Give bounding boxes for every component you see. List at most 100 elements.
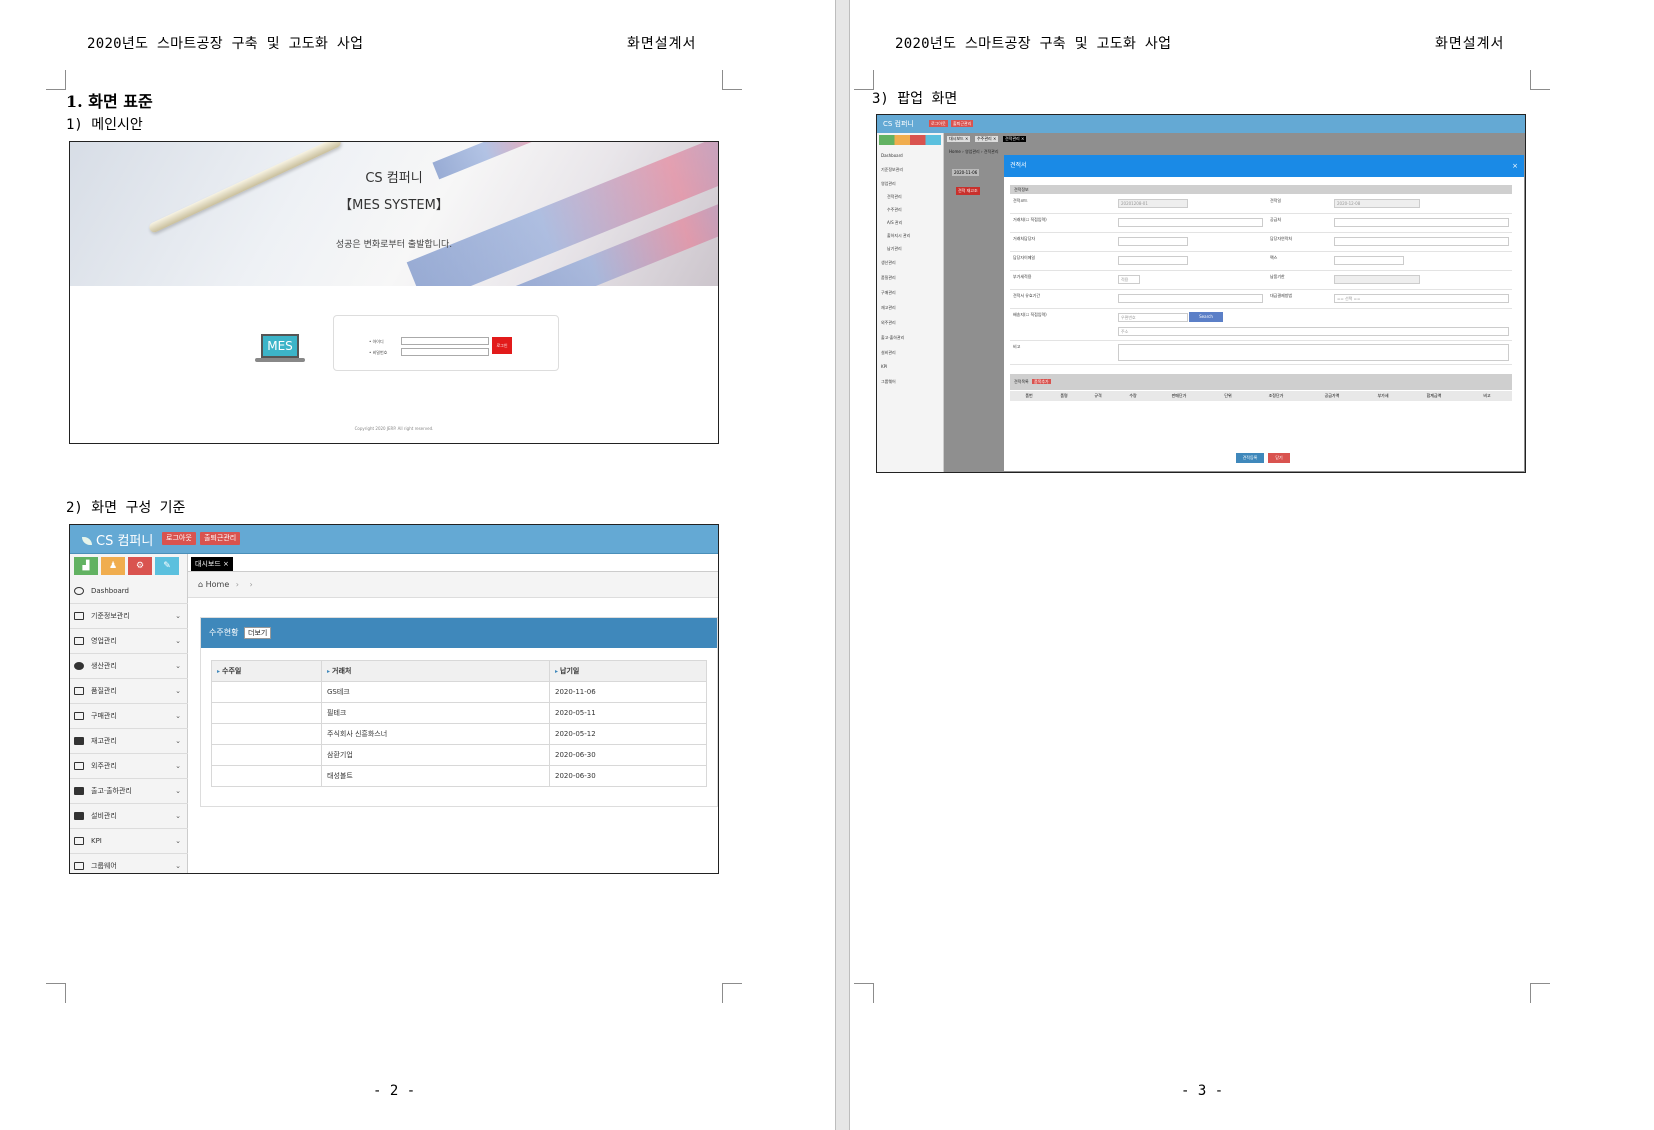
sidebar-item-outsourcing[interactable]: 외주관리 ⌄ bbox=[70, 754, 188, 779]
save-quote-button[interactable]: 견적등록 bbox=[1236, 453, 1264, 463]
fax-field[interactable] bbox=[1334, 256, 1404, 265]
users-icon[interactable]: ♟ bbox=[101, 557, 125, 575]
sidebar-subitem[interactable]: A/S 관리 bbox=[887, 220, 902, 226]
client-manager-field[interactable] bbox=[1118, 237, 1188, 246]
close-button[interactable]: 닫기 bbox=[1268, 453, 1290, 463]
add-item-button[interactable]: 품목추가 bbox=[1032, 379, 1051, 384]
basket-icon bbox=[74, 712, 84, 720]
tab[interactable]: 수주관리 × bbox=[975, 136, 999, 142]
sidebar-item-purchase[interactable]: 구매관리 ⌄ bbox=[70, 704, 188, 729]
slogan: 성공은 변화로부터 출발합니다. bbox=[335, 240, 453, 250]
card-icon bbox=[74, 862, 84, 870]
sidebar-item-basic-info[interactable]: 기준정보관리 ⌄ bbox=[70, 604, 188, 629]
address-field[interactable]: 주소 bbox=[1118, 327, 1509, 336]
tab[interactable]: 대시보드 × bbox=[947, 136, 971, 142]
contact-field[interactable] bbox=[1334, 237, 1509, 246]
popup-screenshot: CS 컴퍼니 로그아웃 출퇴근관리 Dashboard 기준정보관리 영업관리 … bbox=[876, 114, 1526, 473]
vat-select[interactable]: 적용 bbox=[1118, 275, 1140, 284]
form-row: 거래처(☐ 직접입력) 공급처 bbox=[1010, 214, 1512, 233]
logout-button[interactable]: 로그아웃 bbox=[929, 120, 948, 127]
pencil-icon[interactable]: ✎ bbox=[155, 557, 179, 575]
sidebar-item-inventory[interactable]: 재고관리 ⌄ bbox=[70, 729, 188, 754]
delivery-date-field[interactable] bbox=[1334, 275, 1420, 284]
brand-logo: CS 컴퍼니 bbox=[883, 120, 914, 128]
subsection-heading: 3) 팝업 화면 bbox=[872, 91, 958, 107]
sidebar-item-kpi[interactable]: KPI ⌄ bbox=[70, 829, 188, 854]
password-label: • 비밀번호 bbox=[369, 350, 388, 355]
tab[interactable]: 견적관리 × bbox=[1003, 136, 1027, 142]
sidebar-subitem[interactable]: 출하지시 관리 bbox=[887, 233, 910, 239]
id-input[interactable] bbox=[401, 337, 489, 345]
sidebar-item[interactable]: Dashboard bbox=[881, 153, 903, 158]
sidebar-subitem[interactable]: 납기관리 bbox=[887, 246, 902, 252]
gears-icon[interactable]: ⚙ bbox=[128, 557, 152, 575]
quick-icons[interactable] bbox=[879, 135, 941, 145]
sidebar-item[interactable]: 품질관리 bbox=[881, 275, 896, 281]
form-row: 견적서 유효기간 대금결제방법 == 선택 == bbox=[1010, 290, 1512, 309]
column-header[interactable]: ▸ 수주일 bbox=[211, 660, 322, 682]
supplier-field[interactable] bbox=[1334, 218, 1509, 227]
date-filter[interactable]: 2020-11-06 bbox=[952, 169, 980, 176]
sidebar-item[interactable]: 기준정보관리 bbox=[881, 167, 903, 173]
dashboard-screenshot: CS 컴퍼니 로그아웃 출퇴근관리 ▟ ♟ ⚙ ✎ Dashboard 기준정보… bbox=[69, 524, 719, 874]
client-field[interactable] bbox=[1118, 218, 1263, 227]
quote-search-button[interactable]: 견적 재고조 bbox=[956, 187, 980, 195]
breadcrumb-home[interactable]: Home bbox=[206, 580, 230, 589]
sidebar-item[interactable]: 외주관리 bbox=[881, 320, 896, 326]
sidebar-item[interactable]: 구매관리 bbox=[881, 290, 896, 296]
table-row[interactable]: 주식회사 신흥화스너 2020-05-12 bbox=[211, 723, 707, 745]
modal-title: 견적서 × bbox=[1004, 155, 1524, 177]
edit-icon bbox=[74, 837, 84, 845]
quote-code-field[interactable]: 20201208-01 bbox=[1118, 199, 1188, 208]
table-row[interactable]: 필테크 2020-05-11 bbox=[211, 702, 707, 724]
sidebar-item[interactable]: 그룹웨어 bbox=[881, 379, 896, 385]
address-search-button[interactable]: Search bbox=[1189, 312, 1223, 322]
crop-mark bbox=[854, 983, 874, 1003]
sidebar-item[interactable]: 영업관리 bbox=[881, 181, 896, 187]
sidebar-item-production[interactable]: 생산관리 ⌄ bbox=[70, 654, 188, 679]
column-header[interactable]: ▸ 거래처 bbox=[321, 660, 550, 682]
quote-date-field[interactable]: 2020-12-08 bbox=[1334, 199, 1420, 208]
validity-field[interactable] bbox=[1118, 294, 1263, 303]
sidebar-item[interactable]: 생산관리 bbox=[881, 260, 896, 266]
page-number: - 3 - bbox=[1181, 1083, 1224, 1099]
section-quote-items: 견적목록 품목추가 bbox=[1010, 374, 1512, 390]
sidebar-item-sales[interactable]: 영업관리 ⌄ bbox=[70, 629, 188, 654]
chevron-down-icon: ⌄ bbox=[175, 612, 181, 620]
sidebar-subitem[interactable]: 수주관리 bbox=[887, 207, 902, 213]
table-row[interactable]: GS테크 2020-11-06 bbox=[211, 681, 707, 703]
password-input[interactable] bbox=[401, 348, 489, 356]
sidebar-item-equipment[interactable]: 설비관리 ⌄ bbox=[70, 804, 188, 829]
leaf-icon bbox=[82, 537, 92, 545]
sidebar-item-dashboard[interactable]: Dashboard bbox=[70, 579, 188, 604]
chart-icon[interactable]: ▟ bbox=[74, 557, 98, 575]
attendance-button[interactable]: 출퇴근관리 bbox=[200, 532, 241, 545]
logout-button[interactable]: 로그아웃 bbox=[162, 532, 196, 545]
sidebar-item[interactable]: 출고·출하관리 bbox=[881, 335, 904, 341]
memo-field[interactable] bbox=[1118, 344, 1509, 361]
sidebar-item-quality[interactable]: 품질관리 ⌄ bbox=[70, 679, 188, 704]
chevron-down-icon: ⌄ bbox=[175, 712, 181, 720]
crop-mark bbox=[722, 70, 742, 90]
id-label: • 아이디 bbox=[369, 339, 384, 344]
form-row: 거래처담당자 담당자연락처 bbox=[1010, 233, 1512, 252]
payment-select[interactable]: == 선택 == bbox=[1334, 294, 1509, 303]
more-button[interactable]: 더보기 bbox=[244, 627, 272, 639]
tab-dashboard[interactable]: 대시보드 × bbox=[191, 557, 233, 571]
zip-field[interactable]: 우편번호 bbox=[1118, 313, 1188, 322]
login-button[interactable]: 로그인 bbox=[492, 337, 512, 354]
sidebar-item[interactable]: 설비관리 bbox=[881, 350, 896, 356]
table-row[interactable]: 삼환기업 2020-06-30 bbox=[211, 744, 707, 766]
column-header[interactable]: ▸ 납기일 bbox=[549, 660, 707, 682]
attendance-button[interactable]: 출퇴근관리 bbox=[951, 120, 974, 127]
email-field[interactable] bbox=[1118, 256, 1188, 265]
running-header-title: 2020년도 스마트공장 구축 및 고도화 사업 bbox=[895, 36, 1172, 52]
sidebar-item-shipping[interactable]: 출고·출하관리 ⌄ bbox=[70, 779, 188, 804]
close-icon[interactable]: × bbox=[1512, 155, 1518, 177]
sidebar-item[interactable]: 재고관리 bbox=[881, 305, 896, 311]
table-row[interactable]: 태성볼트 2020-06-30 bbox=[211, 765, 707, 787]
sidebar-item-groupware[interactable]: 그룹웨어 ⌄ bbox=[70, 854, 188, 873]
dashboard-icon bbox=[74, 587, 84, 595]
sidebar-item[interactable]: KPI bbox=[881, 364, 887, 369]
sidebar-subitem[interactable]: 견적관리 bbox=[887, 194, 902, 200]
